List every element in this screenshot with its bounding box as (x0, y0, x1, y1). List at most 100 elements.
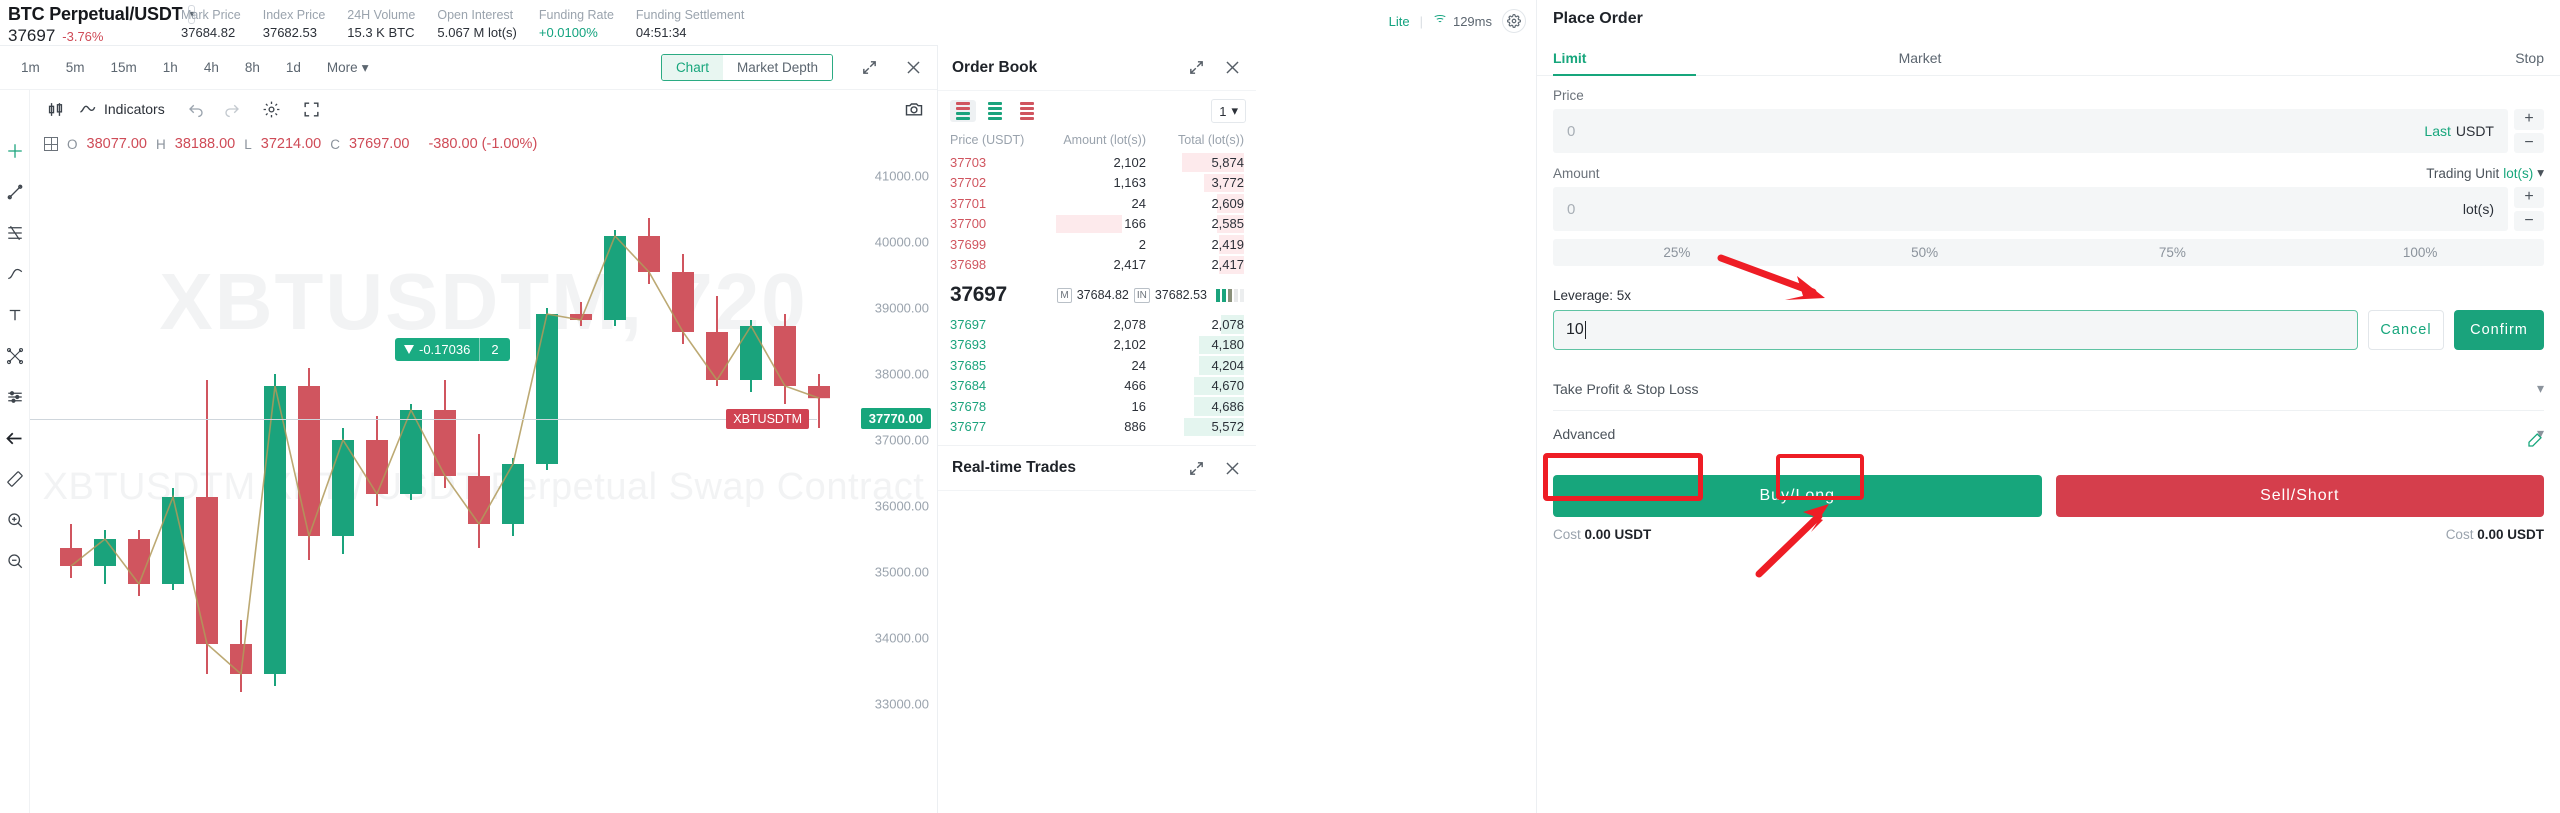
chart-view-tab-chart[interactable]: Chart (661, 55, 723, 80)
order-type-tab-limit[interactable]: Limit (1537, 44, 1712, 76)
timeframe-more-button[interactable]: More ▾ (314, 56, 382, 80)
amount-percent-25[interactable]: 25% (1553, 239, 1801, 266)
fullscreen-icon[interactable] (301, 98, 323, 120)
trendline-icon[interactable] (4, 181, 26, 203)
trading-unit-select[interactable]: Trading Unit lot(s) ▾ (2426, 165, 2544, 181)
order-book-row[interactable]: 37677 886 5,572 (938, 417, 1256, 438)
leverage-confirm-button[interactable]: Confirm (2454, 310, 2544, 350)
order-book-grouping-select[interactable]: 1 ▾ (1211, 99, 1246, 123)
chart-type-icon[interactable] (44, 98, 66, 120)
row-amount: 166 (1124, 216, 1146, 232)
order-book-row[interactable]: 37685 24 4,204 (938, 355, 1256, 376)
curve-icon[interactable] (4, 263, 26, 285)
timeframe-15m[interactable]: 15m (98, 56, 150, 79)
back-arrow-icon[interactable] (4, 427, 26, 449)
realtime-trades-actions (1182, 454, 1246, 482)
bid-rows: 37697 2,078 2,078 37693 2,102 4,180 37685 24 4,2… (938, 314, 1256, 437)
price-last-button[interactable]: Last (2424, 123, 2450, 139)
timeframe-5m[interactable]: 5m (53, 56, 98, 79)
amount-percent-100[interactable]: 100% (2296, 239, 2544, 266)
left-column: BTC Perpetual/USDT ▾ 37697 -3.76% Mark P… (0, 0, 1537, 813)
mark-price-value: 37684.82 (1076, 288, 1129, 302)
leverage-cancel-button[interactable]: Cancel (2368, 310, 2444, 350)
fib-retracement-icon[interactable] (4, 222, 26, 244)
view-mode-asks[interactable] (1014, 100, 1040, 122)
chart-plot[interactable]: XBTUSDTM, 720 XBTUSDTM XBT / USDT Perpet… (30, 128, 937, 813)
chevron-down-icon: ▾ (361, 59, 369, 75)
ohlc-expand-icon[interactable] (44, 137, 58, 151)
leverage-input[interactable]: 10 (1553, 310, 2358, 350)
zoom-in-icon[interactable] (4, 509, 26, 531)
symbol-row[interactable]: BTC Perpetual/USDT ▾ (8, 4, 196, 25)
amount-percent-50[interactable]: 50% (1801, 239, 2049, 266)
close-icon[interactable] (899, 54, 927, 82)
buy-long-button[interactable]: Buy/Long (1553, 475, 2042, 517)
row-total: 4,204 (1211, 357, 1244, 373)
price-increment-button[interactable]: + (2514, 109, 2544, 130)
camera-icon[interactable] (903, 98, 925, 120)
close-icon[interactable] (1218, 54, 1246, 82)
close-icon[interactable] (1218, 454, 1246, 482)
order-book-row[interactable]: 37678 16 4,686 (938, 396, 1256, 417)
amount-percent-75[interactable]: 75% (2049, 239, 2297, 266)
price-input[interactable]: 0 Last USDT (1553, 109, 2508, 153)
expand-icon[interactable] (1182, 54, 1210, 82)
zoom-out-icon[interactable] (4, 550, 26, 572)
gear-icon[interactable] (1502, 9, 1526, 33)
index-price-value: 37682.53 (1154, 288, 1207, 302)
expand-icon[interactable] (855, 54, 883, 82)
order-type-tab-market[interactable]: Market (1712, 44, 2128, 75)
stat-5: Funding Settlement 04:51:34 (625, 7, 755, 41)
view-mode-bids[interactable] (982, 100, 1008, 122)
crosshair-icon[interactable] (4, 140, 26, 162)
price-decrement-button[interactable]: − (2514, 132, 2544, 153)
order-book-row[interactable]: 37693 2,102 4,180 (938, 335, 1256, 356)
forecast-icon[interactable] (4, 386, 26, 408)
advanced-accordion[interactable]: Advanced ▾ (1553, 411, 2544, 455)
amount-decrement-button[interactable]: − (2514, 210, 2544, 231)
amount-input[interactable]: 0 lot(s) (1553, 187, 2508, 231)
order-book-row[interactable]: 37701 24 2,609 (938, 193, 1256, 214)
measure-icon[interactable] (4, 468, 26, 490)
latency-value: 129ms (1452, 13, 1492, 29)
order-book-row[interactable]: 37702 1,163 3,772 (938, 173, 1256, 194)
more-label: More (326, 60, 358, 75)
timeframe-8h[interactable]: 8h (232, 56, 273, 79)
amount-increment-button[interactable]: + (2514, 187, 2544, 208)
order-book-row[interactable]: 37699 2 2,419 (938, 234, 1256, 255)
text-tool-icon[interactable] (4, 304, 26, 326)
edit-leverage-icon[interactable] (2526, 431, 2544, 454)
sell-cost: Cost 0.00 USDT (2446, 527, 2544, 542)
sell-short-button[interactable]: Sell/Short (2055, 475, 2544, 517)
timeframe-1d[interactable]: 1d (273, 56, 314, 79)
symbol-name: BTC Perpetual/USDT (8, 4, 183, 24)
expand-icon[interactable] (1182, 454, 1210, 482)
chart-view-tab-market-depth[interactable]: Market Depth (722, 55, 832, 80)
order-book-row[interactable]: 37697 2,078 2,078 (938, 314, 1256, 335)
shapes-icon[interactable] (4, 345, 26, 367)
order-book-row[interactable]: 37684 466 4,670 (938, 376, 1256, 397)
view-mode-both[interactable] (950, 100, 976, 122)
lite-mode-link[interactable]: Lite (1389, 14, 1410, 29)
position-pill[interactable]: -0.17036 2 (395, 338, 510, 361)
order-action-buttons: Buy/Long Sell/Short (1553, 475, 2544, 517)
indicators-button[interactable]: Indicators (66, 94, 175, 124)
timeframe-1m[interactable]: 1m (8, 56, 53, 79)
chart-settings-icon[interactable] (261, 98, 283, 120)
price-axis[interactable]: 41000.00 40000.00 39000.00 38000.00 37000.00… (817, 128, 937, 813)
take-profit-accordion[interactable]: Take Profit & Stop Loss ▾ (1553, 366, 2544, 410)
order-book-row[interactable]: 37698 2,417 2,417 (938, 255, 1256, 276)
amount-label-row: Amount Trading Unit lot(s) ▾ (1553, 165, 2544, 181)
order-book-row[interactable]: 37700 166 2,585 (938, 214, 1256, 235)
timeframe-1h[interactable]: 1h (150, 56, 191, 79)
order-type-tab-stop[interactable]: Stop (2128, 44, 2560, 75)
order-book-row[interactable]: 37703 2,102 5,874 (938, 152, 1256, 173)
row-price: 37684 (950, 378, 987, 394)
chart-canvas-area[interactable]: Indicators O 38077.00 H 38188.00 L 37214… (30, 90, 937, 813)
undo-icon[interactable] (185, 98, 207, 120)
trading-unit-label: Trading Unit (2426, 165, 2500, 181)
timeframe-4h[interactable]: 4h (191, 56, 232, 79)
chart-tools-row: Indicators (30, 90, 937, 128)
redo-icon[interactable] (221, 98, 243, 120)
symbol-price-row: 37697 -3.76% (8, 26, 170, 46)
